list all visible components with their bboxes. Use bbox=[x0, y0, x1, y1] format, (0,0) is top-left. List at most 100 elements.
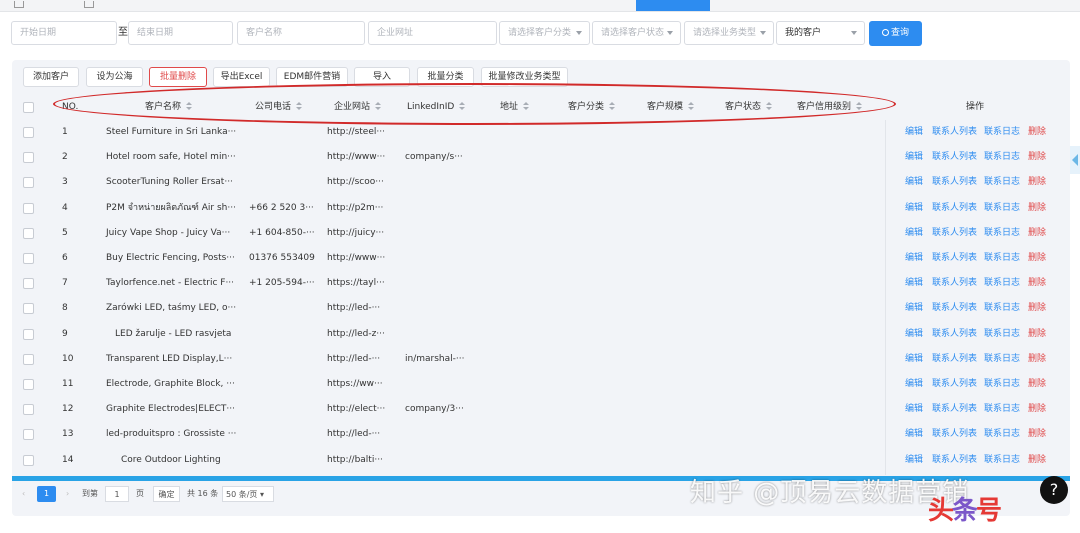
table-row[interactable]: 6 Buy Electric Fencing, Posts··· 01376 553… bbox=[12, 246, 1070, 271]
row-checkbox[interactable] bbox=[23, 454, 34, 466]
current-page[interactable]: 1 bbox=[37, 486, 56, 502]
row-checkbox[interactable] bbox=[23, 303, 34, 315]
edit-link[interactable]: 编辑 bbox=[905, 422, 923, 447]
page-size-select[interactable]: 50 条/页 ▾ bbox=[222, 486, 274, 502]
row-checkbox[interactable] bbox=[23, 328, 34, 340]
select-all-checkbox[interactable] bbox=[23, 102, 34, 113]
row-checkbox[interactable] bbox=[23, 152, 34, 164]
contacts-link[interactable]: 联系人列表 bbox=[932, 448, 977, 473]
table-row[interactable]: 12 Graphite Electrodes|ELECT··· http://ele… bbox=[12, 397, 1070, 422]
delete-link[interactable]: 删除 bbox=[1028, 271, 1046, 296]
end-date-input[interactable]: 结束日期 bbox=[128, 21, 233, 45]
delete-link[interactable]: 删除 bbox=[1028, 422, 1046, 447]
category-select[interactable]: 请选择客户分类 bbox=[499, 21, 590, 45]
delete-link[interactable]: 删除 bbox=[1028, 170, 1046, 195]
contacts-link[interactable]: 联系人列表 bbox=[932, 372, 977, 397]
edit-link[interactable]: 编辑 bbox=[905, 120, 923, 145]
table-row[interactable]: 5 Juicy Vape Shop - Juicy Va··· +1 604-850… bbox=[12, 221, 1070, 246]
table-row[interactable]: 7 Taylorfence.net - Electric F··· +1 205-5… bbox=[12, 271, 1070, 296]
website-input[interactable]: 企业网址 bbox=[368, 21, 497, 45]
edit-link[interactable]: 编辑 bbox=[905, 221, 923, 246]
contacts-link[interactable]: 联系人列表 bbox=[932, 347, 977, 372]
edit-link[interactable]: 编辑 bbox=[905, 347, 923, 372]
contacts-link[interactable]: 联系人列表 bbox=[932, 246, 977, 271]
delete-link[interactable]: 删除 bbox=[1028, 296, 1046, 321]
row-checkbox[interactable] bbox=[23, 379, 34, 390]
delete-link[interactable]: 删除 bbox=[1028, 145, 1046, 170]
delete-link[interactable]: 删除 bbox=[1028, 196, 1046, 221]
edit-link[interactable]: 编辑 bbox=[905, 448, 923, 473]
delete-link[interactable]: 删除 bbox=[1028, 347, 1046, 372]
next-page-icon[interactable]: › bbox=[66, 486, 69, 502]
log-link[interactable]: 联系日志 bbox=[984, 196, 1020, 221]
contacts-link[interactable]: 联系人列表 bbox=[932, 296, 977, 321]
table-row[interactable]: 9 LED žarulje - LED rasvjeta http://led-z·… bbox=[12, 322, 1070, 347]
table-row[interactable]: 11 Electrode, Graphite Block, ··· https://… bbox=[12, 372, 1070, 397]
customer-scope-select[interactable]: 我的客户 bbox=[776, 21, 865, 45]
log-link[interactable]: 联系日志 bbox=[984, 296, 1020, 321]
contacts-link[interactable]: 联系人列表 bbox=[932, 120, 977, 145]
table-row[interactable]: 14 Core Outdoor Lighting http://balti··· 编辑… bbox=[12, 448, 1070, 473]
status-select[interactable]: 请选择客户状态 bbox=[592, 21, 681, 45]
edit-link[interactable]: 编辑 bbox=[905, 296, 923, 321]
help-button[interactable]: ? bbox=[1040, 476, 1068, 504]
contacts-link[interactable]: 联系人列表 bbox=[932, 271, 977, 296]
delete-link[interactable]: 删除 bbox=[1028, 372, 1046, 397]
customer-name-input[interactable]: 客户名称 bbox=[237, 21, 365, 45]
log-link[interactable]: 联系日志 bbox=[984, 120, 1020, 145]
contacts-link[interactable]: 联系人列表 bbox=[932, 145, 977, 170]
log-link[interactable]: 联系日志 bbox=[984, 221, 1020, 246]
edit-link[interactable]: 编辑 bbox=[905, 397, 923, 422]
log-link[interactable]: 联系日志 bbox=[984, 170, 1020, 195]
contacts-link[interactable]: 联系人列表 bbox=[932, 422, 977, 447]
row-checkbox[interactable] bbox=[23, 202, 34, 214]
edit-link[interactable]: 编辑 bbox=[905, 196, 923, 221]
table-row[interactable]: 13 led-produitspro : Grossiste ··· http://… bbox=[12, 422, 1070, 447]
collapse-arrow-icon[interactable] bbox=[1070, 146, 1080, 174]
table-row[interactable]: 1 Steel Furniture in Sri Lanka··· http://s… bbox=[12, 120, 1070, 145]
row-checkbox[interactable] bbox=[23, 127, 34, 138]
table-row[interactable]: 3 ScooterTuning Roller Ersat··· http://sco… bbox=[12, 170, 1070, 195]
contacts-link[interactable]: 联系人列表 bbox=[932, 322, 977, 347]
page-number-input[interactable]: 1 bbox=[105, 486, 129, 502]
contacts-link[interactable]: 联系人列表 bbox=[932, 196, 977, 221]
delete-link[interactable]: 删除 bbox=[1028, 448, 1046, 473]
active-tab[interactable] bbox=[636, 0, 710, 11]
log-link[interactable]: 联系日志 bbox=[984, 246, 1020, 271]
delete-link[interactable]: 删除 bbox=[1028, 322, 1046, 347]
batch-delete-button[interactable]: 批量删除 bbox=[149, 67, 207, 87]
edit-link[interactable]: 编辑 bbox=[905, 271, 923, 296]
edit-link[interactable]: 编辑 bbox=[905, 322, 923, 347]
row-checkbox[interactable] bbox=[23, 253, 34, 264]
delete-link[interactable]: 删除 bbox=[1028, 120, 1046, 145]
row-checkbox[interactable] bbox=[23, 429, 34, 441]
export-excel-button[interactable]: 导出Excel bbox=[213, 67, 270, 87]
log-link[interactable]: 联系日志 bbox=[984, 322, 1020, 347]
row-checkbox[interactable] bbox=[23, 353, 34, 365]
query-button[interactable]: 查询 bbox=[869, 21, 922, 46]
add-customer-button[interactable]: 添加客户 bbox=[23, 67, 79, 87]
delete-link[interactable]: 删除 bbox=[1028, 246, 1046, 271]
contacts-link[interactable]: 联系人列表 bbox=[932, 397, 977, 422]
row-checkbox[interactable] bbox=[23, 404, 34, 416]
edit-link[interactable]: 编辑 bbox=[905, 246, 923, 271]
set-public-pool-button[interactable]: 设为公海 bbox=[86, 67, 143, 87]
goto-confirm-button[interactable]: 确定 bbox=[153, 486, 180, 502]
table-row[interactable]: 2 Hotel room safe, Hotel min··· http://www… bbox=[12, 145, 1070, 170]
contacts-link[interactable]: 联系人列表 bbox=[932, 170, 977, 195]
row-checkbox[interactable] bbox=[23, 278, 34, 290]
log-link[interactable]: 联系日志 bbox=[984, 145, 1020, 170]
biz-type-select[interactable]: 请选择业务类型 bbox=[684, 21, 774, 45]
log-link[interactable]: 联系日志 bbox=[984, 372, 1020, 397]
row-checkbox[interactable] bbox=[23, 177, 34, 189]
edit-link[interactable]: 编辑 bbox=[905, 372, 923, 397]
log-link[interactable]: 联系日志 bbox=[984, 448, 1020, 473]
log-link[interactable]: 联系日志 bbox=[984, 347, 1020, 372]
table-row[interactable]: 8 Zarówki LED, taśmy LED, o··· http://led-… bbox=[12, 296, 1070, 321]
log-link[interactable]: 联系日志 bbox=[984, 397, 1020, 422]
table-row[interactable]: 10 Transparent LED Display,L··· http://led… bbox=[12, 347, 1070, 372]
edit-link[interactable]: 编辑 bbox=[905, 170, 923, 195]
delete-link[interactable]: 删除 bbox=[1028, 221, 1046, 246]
start-date-input[interactable]: 开始日期 bbox=[11, 21, 117, 45]
table-row[interactable]: 4 P2M จำหน่ายผลิตภัณฑ์ Air sh··· +66 2 520… bbox=[12, 196, 1070, 221]
